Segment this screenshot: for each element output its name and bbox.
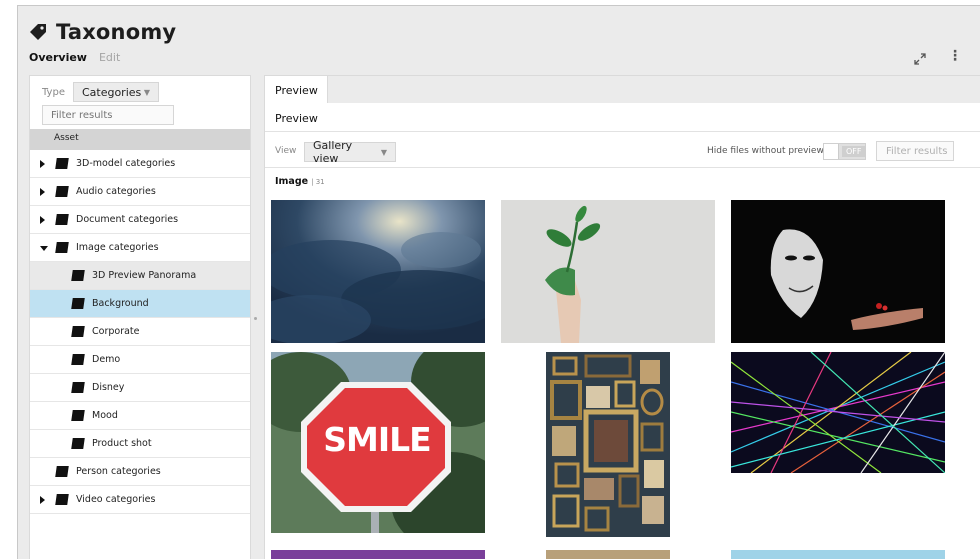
category-icon xyxy=(55,214,69,225)
tag-icon xyxy=(28,22,48,42)
storm-clouds-thumbnail[interactable] xyxy=(271,200,485,343)
caret-right-icon[interactable] xyxy=(40,187,45,196)
laser-lights-thumbnail[interactable] xyxy=(731,352,945,473)
kebab-menu-icon[interactable]: ⋮ xyxy=(948,49,962,63)
category-icon xyxy=(71,298,85,309)
taxonomy-tree-panel: Type Categories ▼ Asset 3D-model categor… xyxy=(29,75,251,559)
tree-item[interactable]: Audio categories xyxy=(30,178,250,206)
category-icon xyxy=(71,410,85,421)
expand-icon[interactable] xyxy=(914,50,926,65)
smile-sign-thumbnail[interactable]: SMILE xyxy=(271,352,485,533)
tree-item-label: Disney xyxy=(92,382,125,393)
tree-item[interactable]: Video categories xyxy=(30,486,250,514)
image-group-count: 31 xyxy=(315,178,325,186)
tree-item-label: 3D-model categories xyxy=(76,158,176,169)
tree-item[interactable]: Product shot xyxy=(30,430,250,458)
type-label: Type xyxy=(42,86,65,98)
page-header: Taxonomy xyxy=(28,20,176,44)
next-row-thumbnail[interactable] xyxy=(271,550,485,559)
toggle-knob xyxy=(824,144,839,159)
tree-item[interactable]: Document categories xyxy=(30,206,250,234)
tree-item[interactable]: Mood xyxy=(30,402,250,430)
category-icon xyxy=(71,382,85,393)
tree-item-label: Demo xyxy=(92,354,121,365)
view-select-value: Gallery view xyxy=(313,139,353,165)
toggle-state-text: OFF xyxy=(842,146,866,157)
header-tabs: Overview Edit xyxy=(29,51,120,64)
tree-item[interactable]: Demo xyxy=(30,346,250,374)
image-group-heading: Image | 31 xyxy=(275,176,325,187)
preview-tab-strip: Preview xyxy=(265,76,980,103)
tree-item-label: Background xyxy=(92,298,149,309)
tree-item[interactable]: Background xyxy=(30,290,250,318)
tree-item-label: Audio categories xyxy=(76,186,156,197)
view-label: View xyxy=(275,146,297,156)
divider xyxy=(265,131,980,132)
category-icon xyxy=(55,466,69,477)
caret-right-icon[interactable] xyxy=(40,159,45,168)
tree-item-label: Product shot xyxy=(92,438,152,449)
preview-section-title: Preview xyxy=(275,112,318,125)
tree-filter-input[interactable] xyxy=(42,105,174,125)
tree-item-label: Video categories xyxy=(76,494,156,505)
tree-item-label: Mood xyxy=(92,410,118,421)
type-filter-row: Type Categories ▼ xyxy=(42,82,159,102)
header-actions: ⋮ xyxy=(914,49,962,65)
tab-preview[interactable]: Preview xyxy=(265,76,328,103)
preview-panel: Preview Preview View Gallery view ▼ Hide… xyxy=(264,75,980,559)
category-icon xyxy=(55,494,69,505)
tree-item[interactable]: Corporate xyxy=(30,318,250,346)
category-icon xyxy=(55,158,69,169)
app-frame: Taxonomy Overview Edit ⋮ Type Categories… xyxy=(17,5,980,559)
caret-down-icon[interactable] xyxy=(40,246,48,251)
type-select-value: Categories xyxy=(81,85,142,99)
hide-files-toggle[interactable]: OFF xyxy=(823,143,866,160)
tree-item-label: Corporate xyxy=(92,326,140,337)
hide-files-label: Hide files without preview xyxy=(707,146,824,156)
tree-item-label: Document categories xyxy=(76,214,179,225)
chevron-down-icon: ▼ xyxy=(143,87,150,97)
asset-header: Asset xyxy=(30,129,250,150)
category-tree: 3D-model categories Audio categories Docum… xyxy=(30,150,250,514)
smile-sign-text: SMILE xyxy=(323,420,431,459)
tree-item-label: Image categories xyxy=(76,242,159,253)
panel-splitter-handle[interactable] xyxy=(254,317,257,320)
tab-overview[interactable]: Overview xyxy=(29,51,87,64)
filter-results-input[interactable]: Filter results xyxy=(876,141,954,161)
next-row-thumbnail[interactable] xyxy=(546,550,670,559)
category-icon xyxy=(55,242,69,253)
tree-item[interactable]: 3D-model categories xyxy=(30,150,250,178)
category-icon xyxy=(71,326,85,337)
caret-right-icon[interactable] xyxy=(40,215,45,224)
tree-item[interactable]: Disney xyxy=(30,374,250,402)
category-icon xyxy=(55,186,69,197)
category-icon xyxy=(71,270,85,281)
tree-item-label: Person categories xyxy=(76,466,161,477)
chevron-down-icon: ▼ xyxy=(380,147,387,157)
picture-frames-thumbnail[interactable] xyxy=(546,352,670,537)
type-select[interactable]: Categories ▼ xyxy=(72,82,159,102)
page-title: Taxonomy xyxy=(56,20,177,44)
plant-hand-thumbnail[interactable] xyxy=(501,200,715,343)
category-icon xyxy=(71,354,85,365)
caret-right-icon[interactable] xyxy=(40,495,45,504)
tree-item[interactable]: 3D Preview Panorama xyxy=(30,262,250,290)
image-group-label: Image xyxy=(275,176,309,187)
category-icon xyxy=(71,438,85,449)
tree-item[interactable]: Image categories xyxy=(30,234,250,262)
divider xyxy=(265,167,980,168)
next-row-thumbnail[interactable] xyxy=(731,550,945,559)
view-select[interactable]: Gallery view ▼ xyxy=(304,139,396,165)
tab-edit[interactable]: Edit xyxy=(99,51,120,64)
tree-item[interactable]: Person categories xyxy=(30,458,250,486)
mask-thumbnail[interactable] xyxy=(731,200,945,343)
tree-item-label: 3D Preview Panorama xyxy=(92,270,197,281)
